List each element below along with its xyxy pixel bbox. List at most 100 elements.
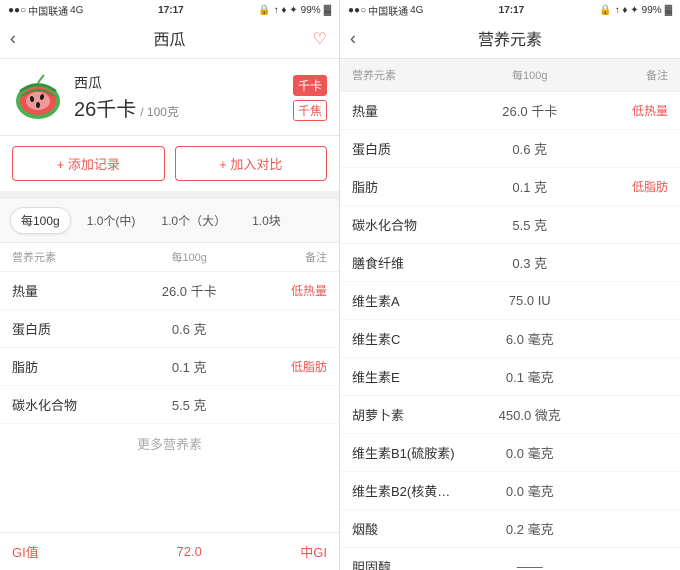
nutrient-value: 0.0 毫克 xyxy=(471,443,590,462)
nutrient-name: 胆固醇 xyxy=(352,557,471,570)
page-title-right: 营养元素 xyxy=(478,32,542,49)
header-right: ‹ 营养元素 xyxy=(340,20,680,59)
icons-right: 🔒 ↑ ♦ ✦ xyxy=(599,5,638,16)
nutrient-value: 450.0 微克 xyxy=(471,405,590,424)
dots-left: ●●○ xyxy=(8,5,26,16)
nutrient-value: 26.0 千卡 xyxy=(471,101,590,120)
table-row: 脂肪 0.1 克 低脂肪 xyxy=(0,348,339,386)
nutrient-name: 热量 xyxy=(352,101,471,120)
right-panel: ●●○ 中国联通 4G 17:17 🔒 ↑ ♦ ✦ 99% ▓ ‹ 营养元素 营… xyxy=(340,0,680,570)
serving-tab-2[interactable]: 1.0个（大） xyxy=(151,208,236,233)
header-left: ‹ 西瓜 ♡ xyxy=(0,20,339,59)
nutrient-name: 维生素B2(核黄… xyxy=(352,481,471,500)
table-row: 热量 26.0 千卡 低热量 xyxy=(0,272,339,310)
favorite-button[interactable]: ♡ xyxy=(313,29,327,49)
nutrient-value: 5.5 克 xyxy=(130,395,248,414)
nutrition-table-right: 营养元素 每100g 备注 热量 26.0 千卡 低热量 蛋白质 0.6 克 脂… xyxy=(340,59,680,570)
nutrient-value: 0.1 克 xyxy=(130,357,248,376)
table-row: 碳水化合物 5.5 克 xyxy=(0,386,339,424)
header-col2-left: 每100g xyxy=(130,249,248,265)
nutrient-value: 75.0 IU xyxy=(471,293,590,308)
header-col3-right: 备注 xyxy=(589,67,668,83)
table-row: 维生素B1(硫胺素) 0.0 毫克 xyxy=(340,434,680,472)
nutrient-name: 碳水化合物 xyxy=(12,395,130,414)
table-header-left: 营养元素 每100g 备注 xyxy=(0,243,339,272)
food-calories: 26千卡 xyxy=(74,93,136,122)
gi-row: GI值 72.0 中GI xyxy=(0,532,339,570)
back-button-right[interactable]: ‹ xyxy=(350,29,356,50)
nutrient-badge: 低脂肪 xyxy=(589,178,668,195)
header-col3-left: 备注 xyxy=(248,249,327,265)
icons-left: 🔒 ↑ ♦ ✦ xyxy=(258,5,297,16)
battery-area-right: 🔒 ↑ ♦ ✦ 99% ▓ xyxy=(599,5,672,16)
nutrient-name: 热量 xyxy=(12,281,130,300)
table-row: 维生素E 0.1 毫克 xyxy=(340,358,680,396)
nutrient-name: 胡萝卜素 xyxy=(352,405,471,424)
time-right: 17:17 xyxy=(499,5,525,16)
nutrient-value: 0.1 克 xyxy=(471,177,590,196)
nutrient-value: 0.2 毫克 xyxy=(471,519,590,538)
food-info: 西瓜 26千卡 / 100克 xyxy=(74,73,283,122)
nutrient-value: —— xyxy=(471,559,590,570)
signal-right: ●●○ 中国联通 4G xyxy=(348,3,423,18)
page-title-left: 西瓜 xyxy=(153,32,185,49)
nutrient-name: 维生素B1(硫胺素) xyxy=(352,443,471,462)
add-record-button[interactable]: + 添加记录 xyxy=(12,146,165,181)
action-buttons: + 添加记录 + 加入对比 xyxy=(0,136,339,199)
table-row: 维生素B2(核黄… 0.0 毫克 xyxy=(340,472,680,510)
battery-right: 99% xyxy=(642,5,662,16)
header-col1-right: 营养元素 xyxy=(352,67,471,83)
carrier-left: 中国联通 xyxy=(28,3,68,18)
more-nutrition-button[interactable]: 更多营养素 xyxy=(0,424,339,463)
status-bar-right: ●●○ 中国联通 4G 17:17 🔒 ↑ ♦ ✦ 99% ▓ xyxy=(340,0,680,20)
food-image xyxy=(12,71,64,123)
serving-tab-3[interactable]: 1.0块 xyxy=(242,208,291,233)
table-row: 蛋白质 0.6 克 xyxy=(0,310,339,348)
gi-label: GI值 xyxy=(12,542,130,561)
gi-value: 72.0 xyxy=(130,544,248,559)
table-row: 胡萝卜素 450.0 微克 xyxy=(340,396,680,434)
serving-tabs: 每100g 1.0个(中) 1.0个（大） 1.0块 xyxy=(0,199,339,243)
table-row: 胆固醇 —— xyxy=(340,548,680,570)
table-row: 脂肪 0.1 克 低脂肪 xyxy=(340,168,680,206)
header-col2-right: 每100g xyxy=(471,67,590,83)
table-row: 碳水化合物 5.5 克 xyxy=(340,206,680,244)
compare-button[interactable]: + 加入对比 xyxy=(175,146,328,181)
table-row: 蛋白质 0.6 克 xyxy=(340,130,680,168)
nutrition-table-left: 营养元素 每100g 备注 热量 26.0 千卡 低热量 蛋白质 0.6 克 脂… xyxy=(0,243,339,532)
header-col1-left: 营养元素 xyxy=(12,249,130,265)
table-row: 烟酸 0.2 毫克 xyxy=(340,510,680,548)
unit-kj[interactable]: 千焦 xyxy=(293,100,327,121)
nutrient-name: 蛋白质 xyxy=(12,319,130,338)
dots-right: ●●○ xyxy=(348,5,366,16)
status-bar-left: ●●○ 中国联通 4G 17:17 🔒 ↑ ♦ ✦ 99% ▓ xyxy=(0,0,339,20)
carrier-right: 中国联通 xyxy=(368,3,408,18)
nutrient-name: 脂肪 xyxy=(352,177,471,196)
battery-area-left: 🔒 ↑ ♦ ✦ 99% ▓ xyxy=(258,5,331,16)
nutrient-value: 0.3 克 xyxy=(471,253,590,272)
nutrient-name: 膳食纤维 xyxy=(352,253,471,272)
battery-icon-left: ▓ xyxy=(324,5,331,16)
serving-tab-0[interactable]: 每100g xyxy=(10,207,71,234)
nutrient-value: 26.0 千卡 xyxy=(130,281,248,300)
unit-kcal[interactable]: 千卡 xyxy=(293,75,327,96)
nutrient-name: 碳水化合物 xyxy=(352,215,471,234)
nutrient-value: 0.1 毫克 xyxy=(471,367,590,386)
food-name: 西瓜 xyxy=(74,73,283,93)
food-card: 西瓜 26千卡 / 100克 千卡 千焦 xyxy=(0,59,339,136)
nutrient-value: 6.0 毫克 xyxy=(471,329,590,348)
nutrient-name: 维生素C xyxy=(352,329,471,348)
table-header-right: 营养元素 每100g 备注 xyxy=(340,59,680,92)
nutrient-value: 5.5 克 xyxy=(471,215,590,234)
battery-left: 99% xyxy=(301,5,321,16)
serving-tab-1[interactable]: 1.0个(中) xyxy=(77,208,146,233)
nutrient-name: 蛋白质 xyxy=(352,139,471,158)
back-button-left[interactable]: ‹ xyxy=(10,29,16,50)
time-left: 17:17 xyxy=(158,5,184,16)
signal-left: ●●○ 中国联通 4G xyxy=(8,3,83,18)
nutrient-badge: 低热量 xyxy=(589,102,668,119)
nutrient-value: 0.6 克 xyxy=(130,319,248,338)
network-right: 4G xyxy=(410,5,423,16)
nutrient-value: 0.6 克 xyxy=(471,139,590,158)
table-row: 热量 26.0 千卡 低热量 xyxy=(340,92,680,130)
